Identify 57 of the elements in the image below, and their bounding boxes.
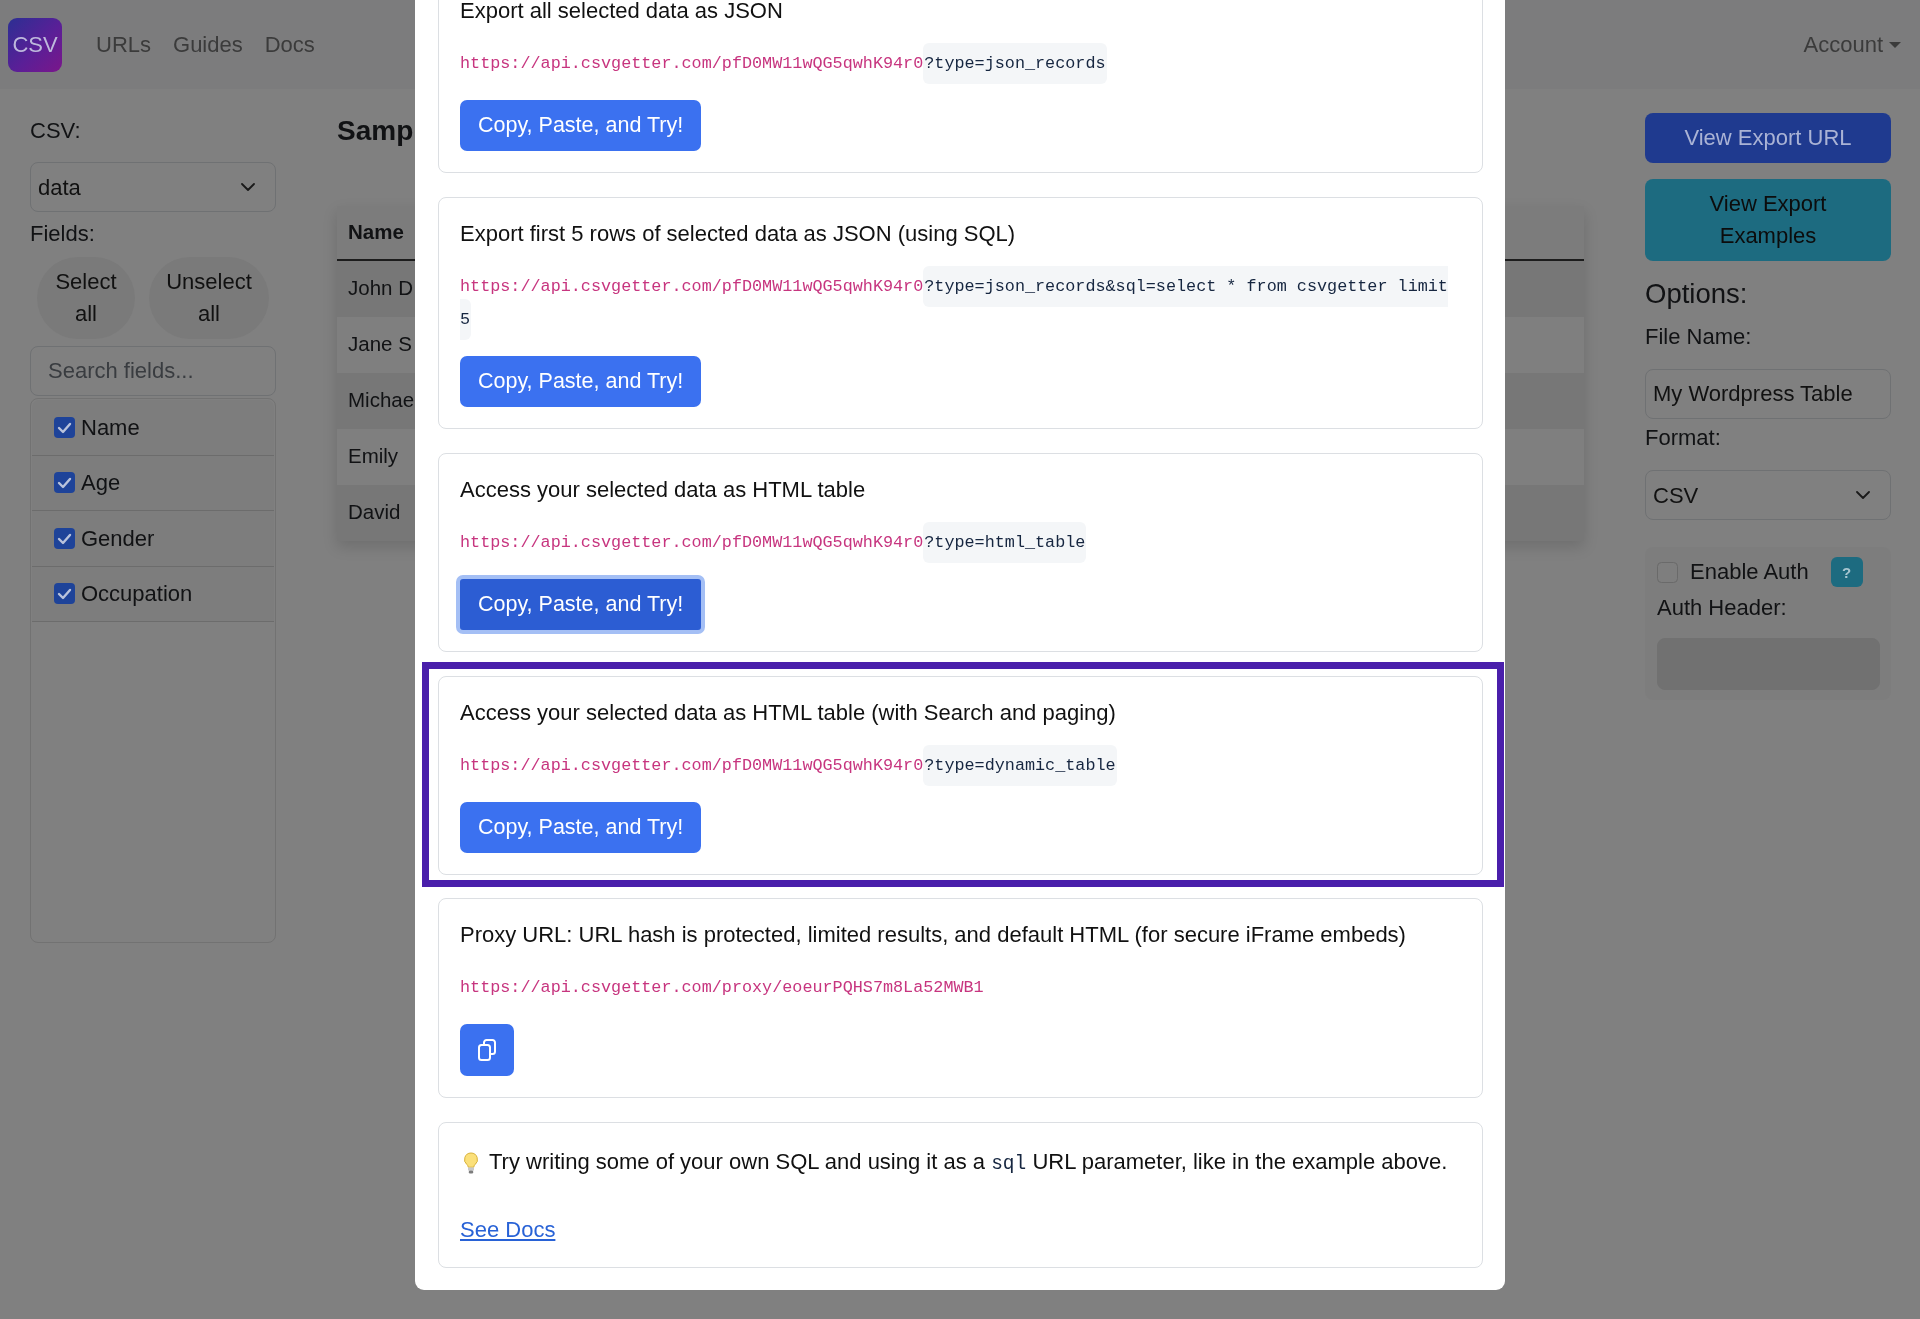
field-label: Gender — [81, 524, 155, 553]
nav-link[interactable]: URLs — [96, 28, 151, 61]
field-label: Occupation — [81, 580, 193, 609]
card-title: Proxy URL: URL hash is protected, limited results, and default HTML (for secure iFrame embeds) — [460, 921, 1406, 948]
card-title: Export first 5 rows of selected data as JSON (using SQL) — [460, 220, 1016, 247]
unselect-all-button[interactable]: Unselect all — [149, 257, 269, 339]
auth-header-label: Auth Header: — [1657, 593, 1787, 622]
help-badge[interactable]: ? — [1830, 557, 1863, 587]
chevron-down-icon — [241, 183, 255, 191]
copy-button[interactable] — [460, 1024, 514, 1076]
checkbox[interactable] — [54, 583, 75, 605]
checkbox[interactable] — [54, 416, 75, 438]
column-header: Name — [348, 218, 404, 245]
app-logo[interactable]: CSV — [8, 17, 62, 72]
table-cell-text: Emily — [348, 443, 399, 470]
nav-link[interactable]: Guides — [173, 28, 243, 61]
chevron-down-icon — [1856, 491, 1870, 499]
search-field[interactable]: Search fields... — [30, 346, 276, 396]
lightbulb-icon — [463, 1152, 479, 1174]
options-heading: Options: — [1645, 276, 1748, 310]
page-title: Samp — [337, 114, 414, 148]
format-select[interactable]: CSV — [1645, 470, 1891, 520]
view-export-examples-button[interactable]: View Export Examples — [1645, 179, 1891, 261]
format-label: Format: — [1645, 423, 1721, 452]
enable-auth-label: Enable Auth — [1690, 558, 1809, 586]
table-cell-text: David — [348, 499, 401, 526]
copy-try-button[interactable]: Copy, Paste, and Try! — [460, 356, 702, 407]
field-label: Age — [81, 469, 121, 498]
api-url: https://api.csvgetter.com/pfD0MW11wQG5qwhK94r0?type=html_table — [460, 520, 1089, 565]
checkbox[interactable] — [54, 527, 75, 549]
api-url: https://api.csvgetter.com/pfD0MW11wQG5qwhK94r0?type=json_records — [460, 41, 1109, 86]
copy-icon — [477, 1039, 497, 1061]
tip-text: Try writing some of your own SQL and using it as a sql URL parameter, like in the example above. — [489, 1148, 1448, 1177]
copy-try-button[interactable]: Copy, Paste, and Try! — [460, 100, 702, 151]
card-title: Access your selected data as HTML table — [460, 476, 866, 503]
table-cell-text: John D — [348, 275, 413, 302]
caret-down-icon — [1889, 41, 1901, 48]
checkbox[interactable] — [54, 472, 75, 494]
select-all-button[interactable]: Select all — [37, 257, 135, 339]
copy-try-button[interactable]: Copy, Paste, and Try! — [460, 802, 702, 853]
file-name-input[interactable]: My Wordpress Table — [1645, 369, 1891, 419]
copy-try-button[interactable]: Copy, Paste, and Try! — [456, 575, 706, 634]
csv-label: CSV: — [30, 116, 81, 145]
field-label: Name — [81, 413, 140, 442]
card-title: Access your selected data as HTML table (with Search and paging) — [460, 699, 1116, 726]
view-export-url-button[interactable]: View Export URL — [1645, 113, 1891, 163]
table-cell-text: Michae — [348, 387, 415, 414]
dataset-select[interactable]: data — [30, 162, 276, 212]
table-cell-text: Jane S — [348, 331, 412, 358]
card-title: Export all selected data as JSON — [460, 0, 783, 24]
nav-link[interactable]: Docs — [264, 28, 315, 61]
api-url: https://api.csvgetter.com/pfD0MW11wQG5qwhK94r0?type=dynamic_table — [460, 743, 1119, 788]
fields-label: Fields: — [30, 219, 95, 248]
account-dropdown[interactable]: Account — [1803, 28, 1901, 61]
see-docs-link[interactable]: See Docs — [460, 1213, 556, 1246]
api-url: https://api.csvgetter.com/proxy/eoeurPQHS7m8La52MWB1 — [460, 977, 985, 999]
file-name-label: File Name: — [1645, 322, 1752, 351]
